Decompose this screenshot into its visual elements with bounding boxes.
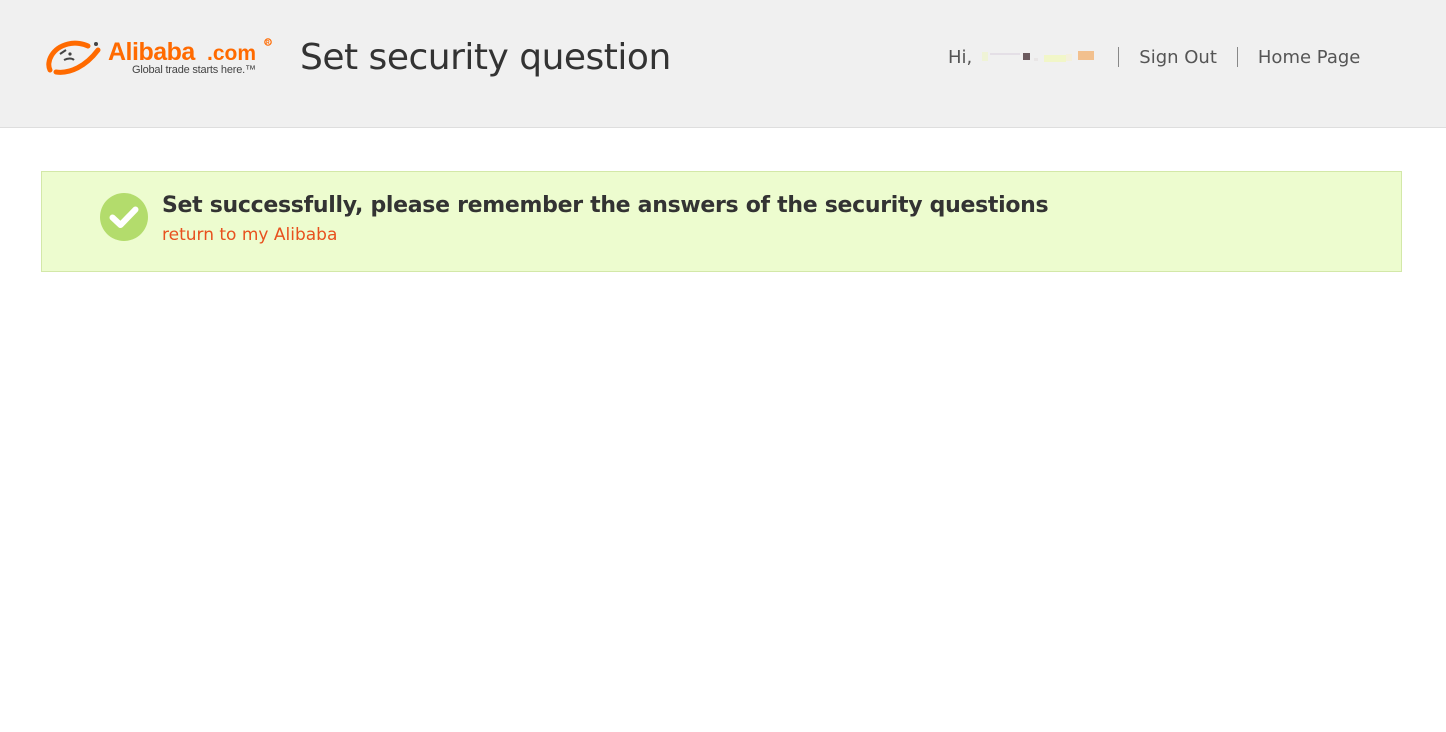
success-message: Set successfully, please remember the an…: [162, 193, 1049, 218]
svg-text:.com: .com: [207, 42, 256, 65]
sign-out-link[interactable]: Sign Out: [1139, 47, 1217, 68]
greeting-label: Hi,: [948, 46, 973, 68]
user-nav: Hi, Sign Out Home Page: [948, 44, 1360, 70]
page-header: Alibaba .com R Global trade starts here.…: [0, 0, 1446, 128]
svg-text:Global trade starts here.™: Global trade starts here.™: [132, 64, 256, 76]
nav-divider: [1236, 47, 1238, 67]
svg-text:Alibaba: Alibaba: [108, 38, 196, 66]
page-title: Set security question: [300, 37, 671, 78]
svg-text:R: R: [266, 40, 270, 46]
return-to-my-alibaba-link[interactable]: return to my Alibaba: [162, 224, 337, 246]
alibaba-logo[interactable]: Alibaba .com R Global trade starts here.…: [46, 36, 282, 78]
check-circle-icon: [100, 193, 148, 241]
nav-divider: [1118, 47, 1120, 67]
masked-username: [980, 49, 1098, 65]
user-greeting: Hi,: [948, 47, 1098, 68]
home-page-link[interactable]: Home Page: [1258, 47, 1360, 68]
success-notice: Set successfully, please remember the an…: [41, 171, 1402, 272]
